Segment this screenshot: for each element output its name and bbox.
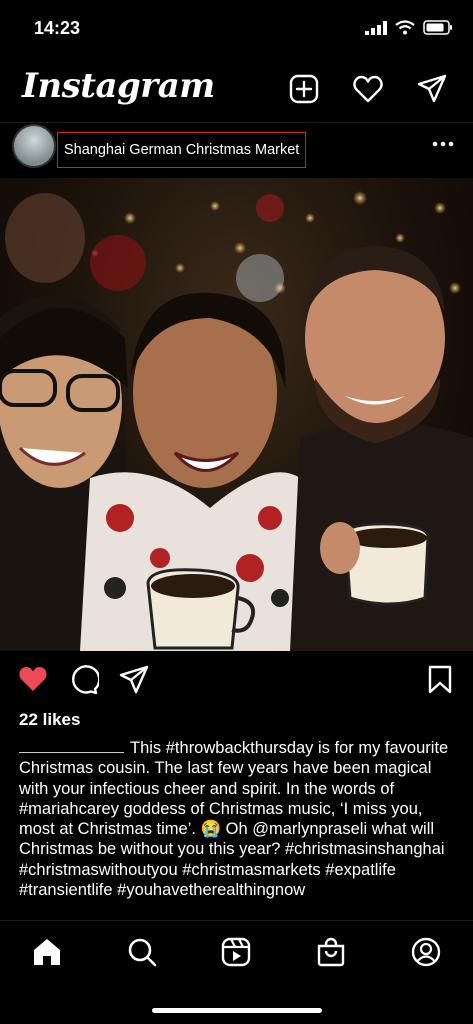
nav-divider xyxy=(0,920,473,921)
new-post-button[interactable] xyxy=(287,72,321,106)
top-bar: Instagram xyxy=(0,60,473,120)
share-icon xyxy=(119,665,149,694)
post-actions xyxy=(0,660,473,704)
post-photo[interactable] xyxy=(0,178,473,651)
nav-reels[interactable] xyxy=(219,935,253,969)
nav-home[interactable] xyxy=(30,935,64,969)
like-button[interactable] xyxy=(17,665,49,698)
home-icon xyxy=(34,939,61,965)
photo-illustration xyxy=(0,191,473,651)
activity-heart-icon xyxy=(353,75,383,103)
caption-username[interactable] xyxy=(19,742,124,753)
bottom-nav xyxy=(0,922,473,982)
more-options-icon xyxy=(432,141,454,147)
signal-icon xyxy=(365,20,387,35)
direct-message-button[interactable] xyxy=(415,72,449,106)
save-bookmark-icon xyxy=(428,665,452,694)
home-indicator xyxy=(152,1008,322,1013)
caption-text: This #throwbackthursday is for my favour… xyxy=(19,739,449,900)
avatar[interactable] xyxy=(12,124,56,168)
wifi-icon xyxy=(395,20,415,35)
likes-count[interactable]: 22 likes xyxy=(19,710,80,730)
top-actions xyxy=(287,72,449,106)
comment-button[interactable] xyxy=(69,665,101,700)
activity-button[interactable] xyxy=(351,72,385,106)
instagram-logo[interactable]: Instagram xyxy=(22,66,215,106)
post-caption: This #throwbackthursday is for my favour… xyxy=(19,738,457,900)
nav-shop[interactable] xyxy=(314,935,348,969)
like-heart-icon xyxy=(19,667,47,691)
profile-icon xyxy=(411,937,440,967)
reels-icon xyxy=(222,937,251,967)
location-label[interactable]: Shanghai German Christmas Market xyxy=(57,132,307,168)
new-post-icon xyxy=(289,74,319,104)
battery-icon xyxy=(423,20,452,35)
status-time: 14:23 xyxy=(34,18,81,38)
share-button[interactable] xyxy=(119,665,149,700)
status-bar: 14:23 xyxy=(0,0,473,56)
nav-profile[interactable] xyxy=(409,935,443,969)
more-options-button[interactable] xyxy=(429,130,457,158)
comment-icon xyxy=(72,665,101,695)
save-button[interactable] xyxy=(427,665,453,700)
search-icon xyxy=(128,938,157,967)
post-header: Shanghai German Christmas Market xyxy=(0,122,473,178)
nav-search[interactable] xyxy=(125,935,159,969)
status-icons xyxy=(365,20,453,35)
direct-message-icon xyxy=(417,74,447,103)
shop-icon xyxy=(317,937,345,967)
